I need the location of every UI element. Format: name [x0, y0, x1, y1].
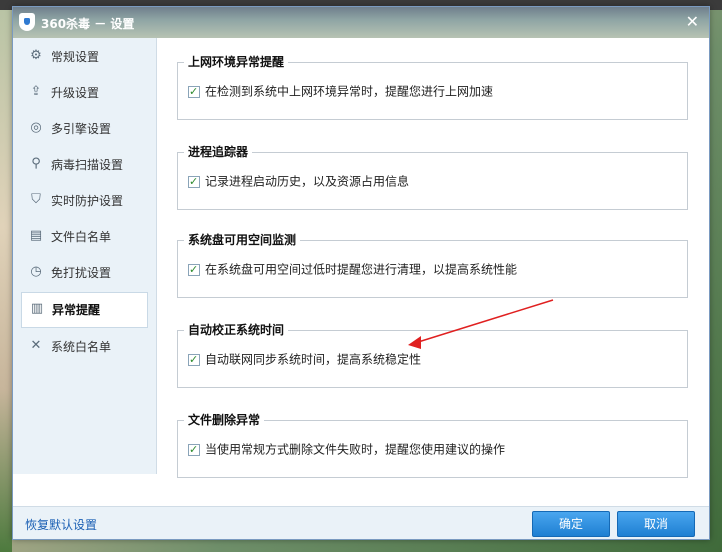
checkbox[interactable] [188, 352, 200, 368]
restore-defaults-link[interactable]: 恢复默认设置 [25, 516, 97, 533]
group-title: 自动校正系统时间 [184, 321, 289, 338]
settings-window: 360杀毒 － 设置 ✕ ⚙ 常规设置 ⇪ 升级设置 ◎ 多引擎设置 ⚲ 病毒扫… [12, 6, 710, 540]
option-label: 在检测到系统中上网环境异常时，提醒您进行上网加速 [205, 84, 494, 99]
sidebar-item-label: 实时防护设置 [51, 194, 124, 208]
sidebar: ⚙ 常规设置 ⇪ 升级设置 ◎ 多引擎设置 ⚲ 病毒扫描设置 ⛉ 实时防护设置 … [13, 38, 157, 474]
sidebar-item-label: 免打扰设置 [51, 266, 112, 280]
option-label: 在系统盘可用空间过低时提醒您进行清理，以提高系统性能 [205, 262, 518, 277]
sidebar-item-label: 病毒扫描设置 [51, 158, 124, 172]
group-title: 上网环境异常提醒 [184, 53, 289, 70]
shield-logo-icon [19, 13, 35, 31]
upload-icon: ⇪ [30, 84, 42, 99]
sidebar-item-label: 升级设置 [51, 86, 100, 100]
group-network-alert: 上网环境异常提醒 在检测到系统中上网环境异常时，提醒您进行上网加速 [177, 53, 688, 120]
disk-space-option[interactable]: 在系统盘可用空间过低时提醒您进行清理，以提高系统性能 [188, 261, 518, 278]
option-label: 记录进程启动历史，以及资源占用信息 [205, 174, 410, 189]
bottom-bar: 恢复默认设置 确定 取消 [13, 506, 709, 539]
clock-icon: ◷ [30, 264, 42, 279]
checkbox[interactable] [188, 174, 200, 190]
sidebar-item-label: 系统白名单 [51, 340, 112, 354]
desktop-background [0, 10, 12, 552]
sidebar-item-alerts[interactable]: ▥ 异常提醒 [21, 292, 148, 328]
sidebar-item-general[interactable]: ⚙ 常规设置 [21, 40, 148, 74]
sidebar-item-label: 常规设置 [51, 50, 100, 64]
shield-icon: ⛉ [31, 192, 41, 207]
document-icon: ▤ [29, 228, 43, 243]
checkbox[interactable] [188, 84, 200, 100]
tools-icon: ✕ [30, 338, 42, 353]
title-bar[interactable]: 360杀毒 － 设置 ✕ [13, 7, 709, 38]
group-title: 文件删除异常 [184, 411, 265, 428]
sidebar-item-upgrade[interactable]: ⇪ 升级设置 [21, 76, 148, 110]
settings-content: 上网环境异常提醒 在检测到系统中上网环境异常时，提醒您进行上网加速 进程追踪器 … [157, 38, 709, 508]
cancel-button[interactable]: 取消 [617, 511, 695, 537]
group-process-tracker: 进程追踪器 记录进程启动历史，以及资源占用信息 [177, 143, 688, 210]
gear-icon: ⚙ [30, 48, 42, 63]
sidebar-item-realtime[interactable]: ⛉ 实时防护设置 [21, 184, 148, 218]
sidebar-item-label: 文件白名单 [51, 230, 112, 244]
ok-button[interactable]: 确定 [532, 511, 610, 537]
engine-icon: ◎ [30, 120, 42, 135]
close-icon[interactable]: ✕ [686, 12, 699, 31]
group-title: 进程追踪器 [184, 143, 253, 160]
process-tracker-option[interactable]: 记录进程启动历史，以及资源占用信息 [188, 173, 410, 190]
option-label: 当使用常规方式删除文件失败时，提醒您使用建议的操作 [205, 442, 506, 457]
sidebar-item-label: 多引擎设置 [51, 122, 112, 136]
sidebar-item-system-whitelist[interactable]: ✕ 系统白名单 [21, 330, 148, 364]
chart-icon: ▥ [30, 301, 44, 316]
group-time-sync: 自动校正系统时间 自动联网同步系统时间，提高系统稳定性 [177, 321, 688, 388]
window-title: 360杀毒 － 设置 [41, 17, 135, 31]
sidebar-item-label: 异常提醒 [52, 303, 101, 317]
search-icon: ⚲ [31, 156, 41, 171]
file-delete-option[interactable]: 当使用常规方式删除文件失败时，提醒您使用建议的操作 [188, 441, 506, 458]
option-label: 自动联网同步系统时间，提高系统稳定性 [205, 352, 422, 367]
group-disk-space: 系统盘可用空间监测 在系统盘可用空间过低时提醒您进行清理，以提高系统性能 [177, 231, 688, 298]
sidebar-item-engines[interactable]: ◎ 多引擎设置 [21, 112, 148, 146]
checkbox[interactable] [188, 442, 200, 458]
network-alert-option[interactable]: 在检测到系统中上网环境异常时，提醒您进行上网加速 [188, 83, 494, 100]
group-title: 系统盘可用空间监测 [184, 231, 301, 248]
sidebar-item-do-not-disturb[interactable]: ◷ 免打扰设置 [21, 256, 148, 290]
checkbox[interactable] [188, 262, 200, 278]
time-sync-option[interactable]: 自动联网同步系统时间，提高系统稳定性 [188, 351, 422, 368]
sidebar-item-scan[interactable]: ⚲ 病毒扫描设置 [21, 148, 148, 182]
sidebar-item-file-whitelist[interactable]: ▤ 文件白名单 [21, 220, 148, 254]
group-file-delete: 文件删除异常 当使用常规方式删除文件失败时，提醒您使用建议的操作 [177, 411, 688, 478]
